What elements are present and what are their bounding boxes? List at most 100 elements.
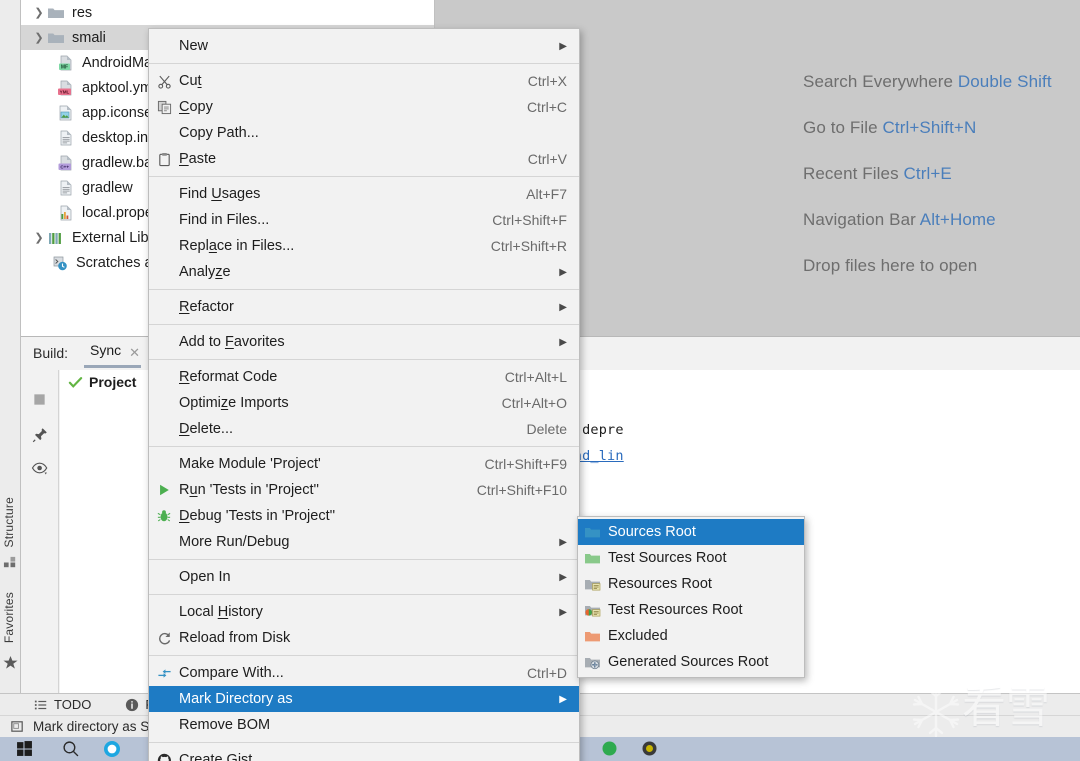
tree-item-res[interactable]: ❯ res xyxy=(21,0,434,25)
menu-item-label: Open In xyxy=(179,569,231,585)
menu-item-open-in[interactable]: Open In ▶ xyxy=(149,564,579,590)
submenu-item-resources-root[interactable]: Resources Root xyxy=(578,571,804,597)
menu-item-reload-from-disk[interactable]: Reload from Disk xyxy=(149,625,579,651)
menu-item-replace-in-files[interactable]: Replace in Files... Ctrl+Shift+R xyxy=(149,233,579,259)
text-file-icon xyxy=(57,130,75,146)
menu-item-analyze[interactable]: Analyze ▶ xyxy=(149,259,579,285)
tree-item-label: apktool.yml xyxy=(82,79,156,96)
tree-item-label: gradlew xyxy=(82,179,133,196)
menu-item-accel: Ctrl+Shift+F10 xyxy=(476,482,567,498)
copy-icon xyxy=(149,100,179,115)
menu-item-local-history[interactable]: Local History ▶ xyxy=(149,599,579,625)
left-tool-strip: Structure Favorites xyxy=(0,0,21,729)
debug-icon xyxy=(149,509,179,523)
menu-item-accel: Ctrl+Shift+F xyxy=(492,212,567,228)
hint-shortcut: Ctrl+Shift+N xyxy=(882,118,977,137)
submenu-item-excluded[interactable]: Excluded xyxy=(578,623,804,649)
menu-item-accel: Ctrl+Shift+R xyxy=(490,238,567,254)
menu-item-run-tests[interactable]: Run 'Tests in 'Project'' Ctrl+Shift+F10 xyxy=(149,477,579,503)
app-icon[interactable] xyxy=(600,740,619,757)
context-menu[interactable]: New ▶ Cut Ctrl+X Copy Ctrl+C Copy Path..… xyxy=(148,28,580,761)
menu-item-optimize-imports[interactable]: Optimize Imports Ctrl+Alt+O xyxy=(149,390,579,416)
chevron-right-icon[interactable]: ❯ xyxy=(31,6,47,19)
star-icon xyxy=(3,655,18,669)
menu-item-debug-tests[interactable]: Debug 'Tests in 'Project'' xyxy=(149,503,579,529)
submenu-item-generated-sources-root[interactable]: Generated Sources Root xyxy=(578,649,804,675)
menu-item-delete[interactable]: Delete... Delete xyxy=(149,416,579,442)
svg-text:C++: C++ xyxy=(60,164,69,169)
app-icon[interactable] xyxy=(640,740,659,757)
cpp-file-icon: C++ xyxy=(57,155,75,171)
eye-icon[interactable] xyxy=(31,461,49,476)
menu-item-accel: Ctrl+X xyxy=(527,73,567,89)
menu-item-label: Analyze xyxy=(179,264,231,280)
menu-separator xyxy=(149,359,579,360)
menu-item-copy[interactable]: Copy Ctrl+C xyxy=(149,94,579,120)
hint-action: Search Everywhere xyxy=(803,72,954,91)
menu-item-label: Local History xyxy=(179,604,263,620)
tool-window-structure[interactable]: Structure xyxy=(2,497,16,548)
pin-icon[interactable] xyxy=(32,427,48,443)
menu-item-accel: Ctrl+D xyxy=(526,665,567,681)
submenu-item-label: Test Sources Root xyxy=(608,550,727,566)
menu-item-create-gist[interactable]: Create Gist... xyxy=(149,747,579,761)
folder-test-resources-icon xyxy=(584,603,608,618)
stop-icon[interactable] xyxy=(32,392,47,407)
build-tree-root-label: Project xyxy=(89,374,137,390)
scratches-icon xyxy=(51,255,69,271)
tool-window-todo[interactable]: TODO xyxy=(34,697,91,712)
todo-icon xyxy=(34,700,47,709)
submenu-item-test-resources-root[interactable]: Test Resources Root xyxy=(578,597,804,623)
menu-item-remove-bom[interactable]: Remove BOM xyxy=(149,712,579,738)
todo-label: TODO xyxy=(54,697,92,712)
chevron-right-icon[interactable]: ❯ xyxy=(31,31,47,44)
menu-item-add-to-favorites[interactable]: Add to Favorites ▶ xyxy=(149,329,579,355)
menu-separator xyxy=(149,446,579,447)
submenu-item-test-sources-root[interactable]: Test Sources Root xyxy=(578,545,804,571)
hint-action: Navigation Bar xyxy=(803,210,916,229)
hint-shortcut: Alt+Home xyxy=(919,210,996,229)
build-toolbar xyxy=(21,370,59,693)
menu-item-refactor[interactable]: Refactor ▶ xyxy=(149,294,579,320)
menu-item-reformat-code[interactable]: Reformat Code Ctrl+Alt+L xyxy=(149,364,579,390)
chevron-right-icon: ▶ xyxy=(559,571,567,583)
compare-icon xyxy=(149,666,179,681)
manifest-file-icon: MF xyxy=(57,55,75,71)
library-icon xyxy=(47,230,65,246)
tab-sync[interactable]: Sync xyxy=(84,342,142,368)
menu-separator xyxy=(149,742,579,743)
run-icon xyxy=(149,483,179,497)
menu-item-cut[interactable]: Cut Ctrl+X xyxy=(149,68,579,94)
menu-item-label: Compare With... xyxy=(179,665,284,681)
windows-start-icon[interactable] xyxy=(16,740,33,757)
hint-action: Drop files here to open xyxy=(803,256,978,275)
text-file-icon xyxy=(57,180,75,196)
svg-text:MF: MF xyxy=(61,64,68,70)
menu-item-more-run-debug[interactable]: More Run/Debug ▶ xyxy=(149,529,579,555)
svg-text:YML: YML xyxy=(60,89,70,94)
close-icon[interactable]: ✕ xyxy=(129,345,140,361)
submenu-item-sources-root[interactable]: Sources Root xyxy=(578,519,804,545)
menu-item-copy-path[interactable]: Copy Path... xyxy=(149,120,579,146)
menu-item-paste[interactable]: Paste Ctrl+V xyxy=(149,146,579,172)
search-icon[interactable] xyxy=(62,740,79,757)
menu-item-compare-with[interactable]: Compare With... Ctrl+D xyxy=(149,660,579,686)
menu-item-label: Reload from Disk xyxy=(179,630,291,646)
menu-item-label: Debug 'Tests in 'Project'' xyxy=(179,508,336,524)
menu-item-accel: Alt+F7 xyxy=(526,186,567,202)
menu-item-find-in-files[interactable]: Find in Files... Ctrl+Shift+F xyxy=(149,207,579,233)
chevron-right-icon[interactable]: ❯ xyxy=(31,231,47,244)
tree-item-label: gradlew.bat xyxy=(82,154,157,171)
menu-item-mark-directory-as[interactable]: Mark Directory as ▶ xyxy=(149,686,579,712)
submenu-mark-directory-as[interactable]: Sources Root Test Sources Root Resources… xyxy=(577,516,805,678)
menu-item-label: Optimize Imports xyxy=(179,395,289,411)
tool-window-favorites[interactable]: Favorites xyxy=(2,592,16,643)
menu-item-make-module[interactable]: Make Module 'Project' Ctrl+Shift+F9 xyxy=(149,451,579,477)
menu-item-label: Create Gist... xyxy=(179,752,265,761)
chevron-right-icon: ▶ xyxy=(559,266,567,278)
menu-item-find-usages[interactable]: Find Usages Alt+F7 xyxy=(149,181,579,207)
folder-excluded-icon xyxy=(584,629,608,644)
menu-separator xyxy=(149,289,579,290)
cortana-icon[interactable] xyxy=(102,739,122,759)
menu-item-new[interactable]: New ▶ xyxy=(149,33,579,59)
